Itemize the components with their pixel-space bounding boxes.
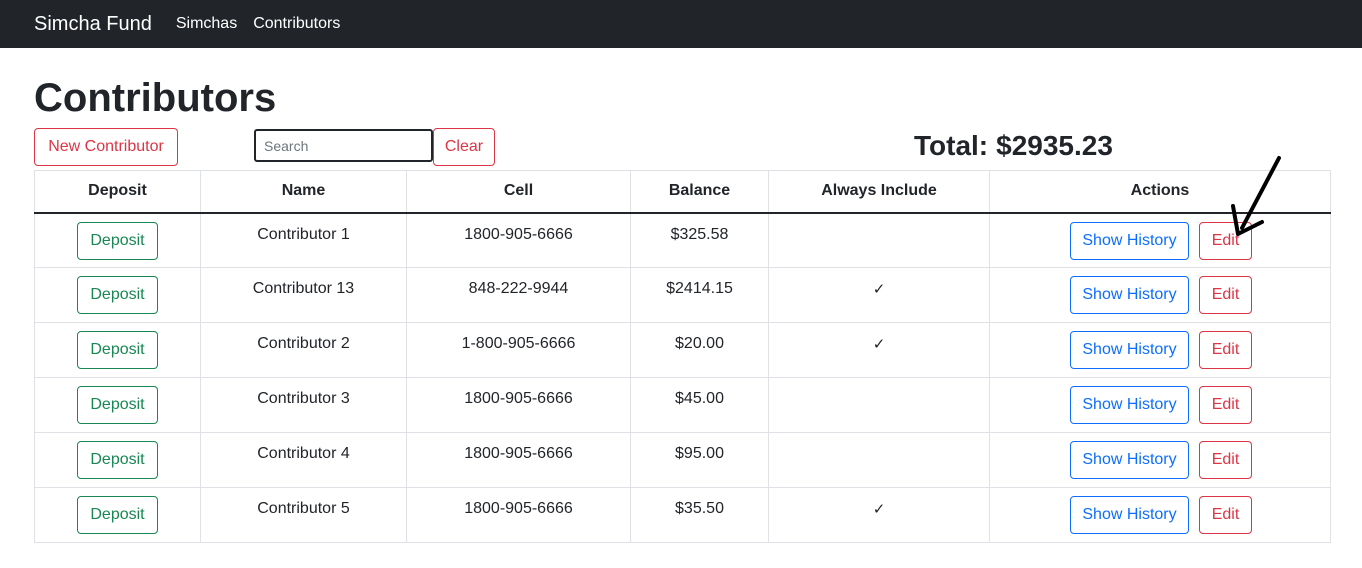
arrow-pointer-icon [1231,156,1281,236]
balance-cell: $45.00 [630,377,769,433]
table-row: Deposit Contributor 4 1800-905-6666 $95.00 S… [34,432,1331,488]
name-cell: Contributor 1 [200,212,407,268]
deposit-button[interactable]: Deposit [77,331,158,369]
name-cell: Contributor 3 [200,377,407,433]
show-history-button[interactable]: Show History [1070,276,1189,314]
name-cell: Contributor 2 [200,322,407,378]
name-cell: Contributor 13 [200,267,407,323]
always-include-cell [768,432,990,488]
table-row: Deposit Contributor 13 848-222-9944 $2414.1… [34,267,1331,323]
cell-phone-cell: 1800-905-6666 [406,432,631,488]
table-row: Deposit Contributor 3 1800-905-6666 $45.00 S… [34,377,1331,433]
total-display: Total: $2935.23 [914,128,1113,164]
table-row: Deposit Contributor 2 1-800-905-6666 $20.00… [34,322,1331,378]
edit-button[interactable]: Edit [1199,276,1252,314]
nav-link-contributors[interactable]: Contributors [253,15,340,33]
show-history-button[interactable]: Show History [1070,331,1189,369]
navbar: Simcha Fund Simchas Contributors [0,0,1362,48]
deposit-cell: Deposit [34,267,201,323]
deposit-button[interactable]: Deposit [77,276,158,314]
cell-phone-cell: 848-222-9944 [406,267,631,323]
actions-cell: Show History Edit [989,267,1331,323]
deposit-button[interactable]: Deposit [77,386,158,424]
actions-cell: Show History Edit [989,322,1331,378]
cell-phone-cell: 1800-905-6666 [406,377,631,433]
always-include-cell: ✓ [768,267,990,323]
always-include-cell [768,212,990,268]
nav-link-simchas[interactable]: Simchas [176,15,237,33]
header-name: Name [200,170,407,214]
balance-cell: $95.00 [630,432,769,488]
edit-button[interactable]: Edit [1199,441,1252,479]
deposit-cell: Deposit [34,377,201,433]
brand-logo[interactable]: Simcha Fund [34,13,152,36]
balance-cell: $2414.15 [630,267,769,323]
deposit-cell: Deposit [34,212,201,268]
checkmark-icon: ✓ [872,336,886,353]
balance-cell: $325.58 [630,212,769,268]
always-include-cell: ✓ [768,487,990,543]
table-header-row: Deposit Name Cell Balance Always Include… [34,170,1331,214]
cell-phone-cell: 1800-905-6666 [406,487,631,543]
contributors-table: Deposit Name Cell Balance Always Include… [34,170,1331,543]
show-history-button[interactable]: Show History [1070,441,1189,479]
actions-cell: Show History Edit [989,432,1331,488]
show-history-button[interactable]: Show History [1070,386,1189,424]
header-cell: Cell [406,170,631,214]
actions-cell: Show History Edit [989,487,1331,543]
edit-button[interactable]: Edit [1199,331,1252,369]
clear-button[interactable]: Clear [433,128,495,166]
deposit-button[interactable]: Deposit [77,496,158,534]
deposit-cell: Deposit [34,432,201,488]
cell-phone-cell: 1800-905-6666 [406,212,631,268]
always-include-cell [768,377,990,433]
name-cell: Contributor 4 [200,432,407,488]
edit-button[interactable]: Edit [1199,496,1252,534]
page-title: Contributors [34,76,277,120]
deposit-button[interactable]: Deposit [77,441,158,479]
deposit-button[interactable]: Deposit [77,221,158,260]
always-include-cell: ✓ [768,322,990,378]
total-label: Total: [914,130,989,161]
checkmark-icon: ✓ [872,501,886,518]
cell-phone-cell: 1-800-905-6666 [406,322,631,378]
deposit-cell: Deposit [34,322,201,378]
actions-cell: Show History Edit [989,377,1331,433]
total-value: $2935.23 [996,130,1113,161]
show-history-button[interactable]: Show History [1070,221,1189,260]
header-balance: Balance [630,170,769,214]
checkmark-icon: ✓ [872,281,886,298]
table-row: Deposit Contributor 1 1800-905-6666 $325.58… [34,212,1331,268]
search-input[interactable] [254,129,433,162]
new-contributor-button[interactable]: New Contributor [34,128,178,166]
name-cell: Contributor 5 [200,487,407,543]
edit-button[interactable]: Edit [1199,386,1252,424]
header-deposit: Deposit [34,170,201,214]
balance-cell: $20.00 [630,322,769,378]
show-history-button[interactable]: Show History [1070,496,1189,534]
table-row: Deposit Contributor 5 1800-905-6666 $35.50 ✓… [34,487,1331,543]
header-always-include: Always Include [768,170,990,214]
balance-cell: $35.50 [630,487,769,543]
deposit-cell: Deposit [34,487,201,543]
